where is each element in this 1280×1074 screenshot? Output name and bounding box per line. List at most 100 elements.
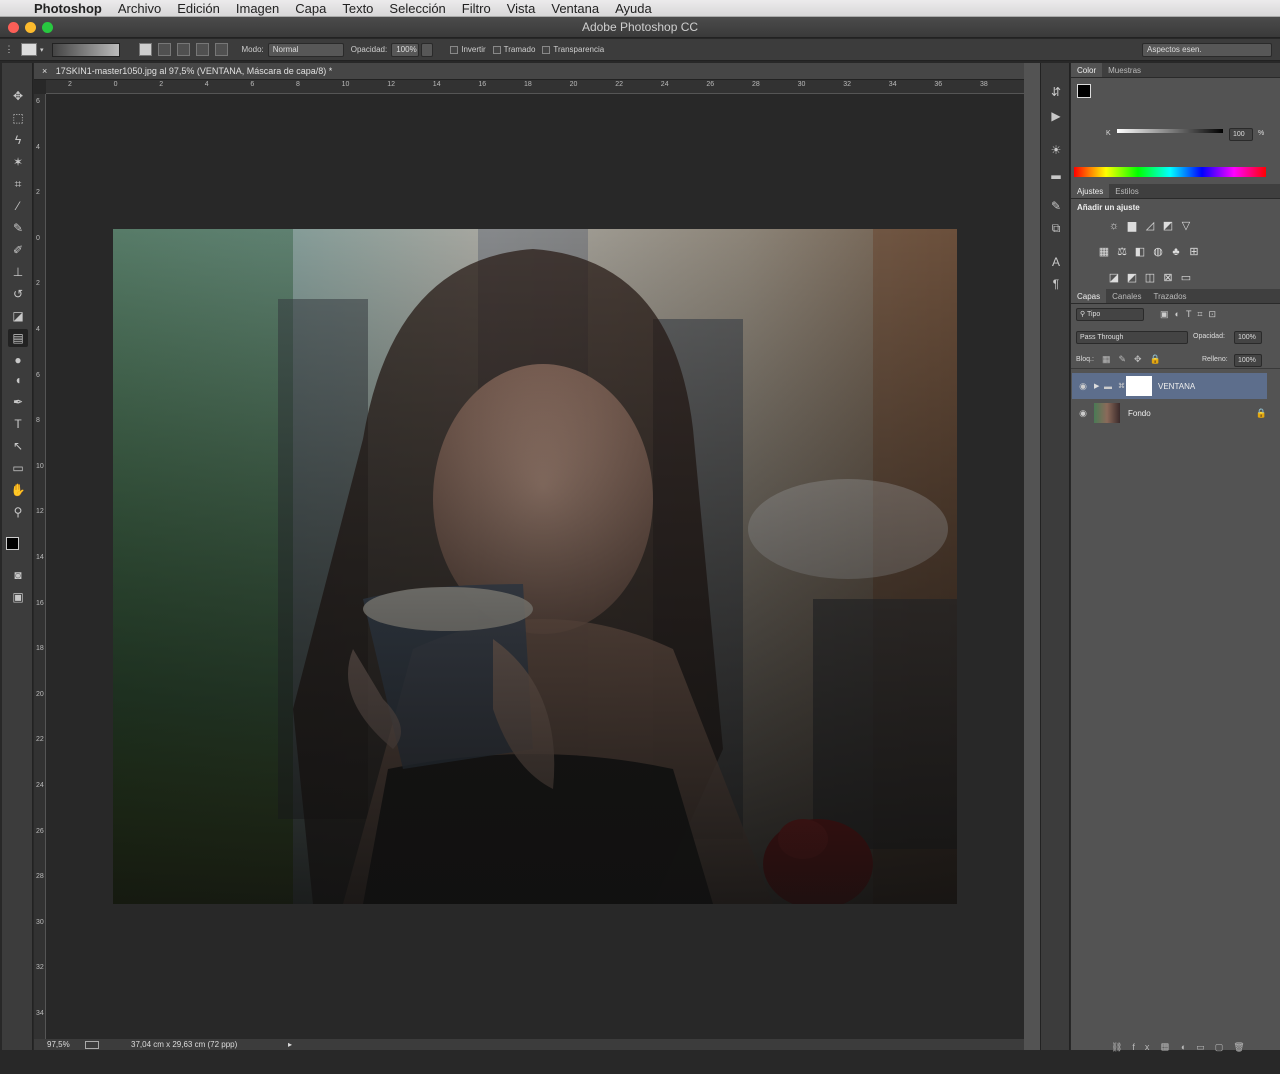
magic-wand-icon[interactable]: ✶ — [8, 153, 28, 171]
menu-imagen[interactable]: Imagen — [228, 1, 287, 16]
actions-play-icon[interactable]: ▶ — [1048, 109, 1064, 125]
mode-select[interactable]: Normal — [267, 42, 344, 57]
exposure-icon[interactable]: ◩ — [1161, 219, 1175, 232]
tab-adjustments[interactable]: Ajustes — [1071, 184, 1110, 198]
brightness-icon[interactable]: ☼ — [1107, 220, 1121, 232]
tab-swatches[interactable]: Muestras — [1102, 63, 1147, 77]
eyedropper-icon[interactable]: ⁄ — [8, 197, 28, 215]
vertical-ruler[interactable]: 6 4 2 0 2 4 6 8 10 12 14 16 18 20 22 24 26 28 30 32 34 — [34, 94, 46, 1040]
posterize-icon[interactable]: ◩ — [1125, 271, 1139, 284]
tab-styles[interactable]: Estilos — [1109, 184, 1145, 198]
minimize-button[interactable] — [25, 22, 36, 33]
fg-color-chip[interactable] — [1077, 84, 1091, 98]
photo-filter-icon[interactable]: ◍ — [1151, 245, 1165, 258]
eraser-tool-icon[interactable]: ◪ — [8, 307, 28, 325]
pen-tool-icon[interactable]: ✒ — [8, 393, 28, 411]
layer-row-ventana[interactable]: ◉ ▶ ▬ ⌘ VENTANA — [1072, 373, 1267, 399]
levels-icon[interactable]: ▆ — [1125, 219, 1139, 232]
color-spectrum-bar[interactable] — [1074, 167, 1266, 177]
layer-filter-select[interactable]: ⚲ Tipo — [1076, 308, 1144, 321]
path-selection-icon[interactable]: ↖ — [8, 437, 28, 455]
bw-icon[interactable]: ◧ — [1133, 245, 1147, 258]
menu-app[interactable]: Photoshop — [30, 1, 110, 16]
layer-footer-icons[interactable]: ⛓fx◼◐▭▢🗑 — [1111, 1042, 1255, 1053]
histogram-icon[interactable]: ▂ — [1048, 165, 1064, 181]
k-value-input[interactable]: 100 — [1229, 128, 1253, 141]
menu-ventana[interactable]: Ventana — [543, 1, 607, 16]
layer-thumbnail[interactable] — [1094, 403, 1120, 423]
balance-icon[interactable]: ⚖ — [1115, 245, 1129, 258]
stamp-tool-icon[interactable]: ⊥ — [8, 263, 28, 281]
tab-channels[interactable]: Canales — [1106, 289, 1147, 303]
layer-filter-icons[interactable]: ▣◐T⌗⊡ — [1160, 309, 1222, 320]
history-icon[interactable]: ⇵ — [1048, 85, 1064, 101]
fill-input[interactable]: 100% — [1234, 354, 1262, 367]
visibility-eye-icon[interactable]: ◉ — [1072, 381, 1094, 392]
menu-seleccion[interactable]: Selección — [381, 1, 453, 16]
lasso-tool-icon[interactable]: ϟ — [8, 131, 28, 149]
menu-texto[interactable]: Texto — [334, 1, 381, 16]
menu-vista[interactable]: Vista — [499, 1, 544, 16]
menu-ayuda[interactable]: Ayuda — [607, 1, 660, 16]
status-icon[interactable] — [85, 1040, 99, 1049]
move-tool-icon[interactable]: ✥ — [8, 87, 28, 105]
menu-archivo[interactable]: Archivo — [110, 1, 169, 16]
invert-icon[interactable]: ◪ — [1107, 271, 1121, 284]
type-tool-icon[interactable]: T — [8, 415, 28, 433]
lookup-icon[interactable]: ⊞ — [1187, 245, 1201, 258]
chevron-down-icon[interactable]: ▾ — [40, 46, 44, 54]
healing-brush-icon[interactable]: ✎ — [8, 219, 28, 237]
threshold-icon[interactable]: ◫ — [1143, 271, 1157, 284]
transparency-checkbox[interactable] — [542, 45, 551, 54]
dither-checkbox[interactable] — [492, 45, 501, 54]
blur-tool-icon[interactable]: ● — [8, 351, 28, 369]
zoom-level[interactable]: 97,5% — [47, 1040, 85, 1049]
reflected-gradient-icon[interactable] — [195, 43, 209, 56]
vibrance-icon[interactable]: ▽ — [1179, 219, 1193, 232]
clone-source-icon[interactable]: ⧉ — [1048, 221, 1064, 237]
layer-name[interactable]: VENTANA — [1158, 382, 1195, 391]
foreground-color-swatch[interactable] — [6, 537, 19, 550]
quick-mask-icon[interactable]: ◙ — [8, 566, 28, 584]
blend-mode-select[interactable]: Pass Through — [1076, 331, 1188, 344]
screen-mode-icon[interactable]: ▣ — [8, 588, 28, 606]
radial-gradient-icon[interactable] — [157, 43, 171, 56]
layer-row-fondo[interactable]: ◉ Fondo 🔒 — [1072, 400, 1267, 426]
diamond-gradient-icon[interactable] — [214, 43, 228, 56]
hue-icon[interactable]: ▦ — [1097, 245, 1111, 258]
close-tab-icon[interactable]: × — [42, 66, 47, 76]
opacity-input[interactable]: 100% — [391, 42, 420, 57]
tab-layers[interactable]: Capas — [1071, 289, 1107, 303]
linear-gradient-icon[interactable] — [138, 43, 152, 56]
brush-preset-icon[interactable]: ✎ — [1048, 199, 1064, 215]
dodge-tool-icon[interactable]: ◖ — [8, 371, 28, 389]
opacity-dropdown[interactable] — [421, 42, 434, 57]
workspace-select[interactable]: Aspectos esen. — [1142, 42, 1272, 57]
crop-tool-icon[interactable]: ⌗ — [8, 175, 28, 193]
zoom-button[interactable] — [42, 22, 53, 33]
gradient-map-icon[interactable]: ▭ — [1179, 271, 1193, 284]
triangle-right-icon[interactable]: ▸ — [288, 1040, 292, 1049]
layer-mask-thumbnail[interactable] — [1126, 376, 1152, 396]
visibility-eye-icon[interactable]: ◉ — [1072, 408, 1094, 419]
curves-icon[interactable]: ◿ — [1143, 219, 1157, 232]
angle-gradient-icon[interactable] — [176, 43, 190, 56]
mixer-icon[interactable]: ♣ — [1169, 246, 1183, 258]
chain-link-icon[interactable]: ⌘ — [1118, 382, 1126, 390]
horizontal-ruler[interactable]: 2 0 2 4 6 8 10 12 14 16 18 20 22 24 26 28 30 32 34 36 38 — [46, 80, 1024, 94]
brush-tool-icon[interactable]: ✐ — [8, 241, 28, 259]
expand-arrow-icon[interactable]: ▶ — [1094, 382, 1104, 390]
selective-color-icon[interactable]: ⊠ — [1161, 271, 1175, 284]
tab-paths[interactable]: Trazados — [1147, 289, 1192, 303]
document-image[interactable] — [113, 229, 957, 904]
gradient-picker[interactable] — [51, 42, 120, 57]
history-brush-icon[interactable]: ↺ — [8, 285, 28, 303]
menu-edicion[interactable]: Edición — [169, 1, 228, 16]
gradient-tool-icon[interactable]: ▤ — [8, 329, 28, 347]
character-icon[interactable]: A — [1048, 255, 1064, 271]
paragraph-icon[interactable]: ¶ — [1048, 277, 1064, 293]
tool-preset-icon[interactable] — [21, 43, 37, 56]
invert-checkbox[interactable] — [450, 45, 459, 54]
marquee-tool-icon[interactable]: ⬚ — [8, 109, 28, 127]
menu-filtro[interactable]: Filtro — [454, 1, 499, 16]
